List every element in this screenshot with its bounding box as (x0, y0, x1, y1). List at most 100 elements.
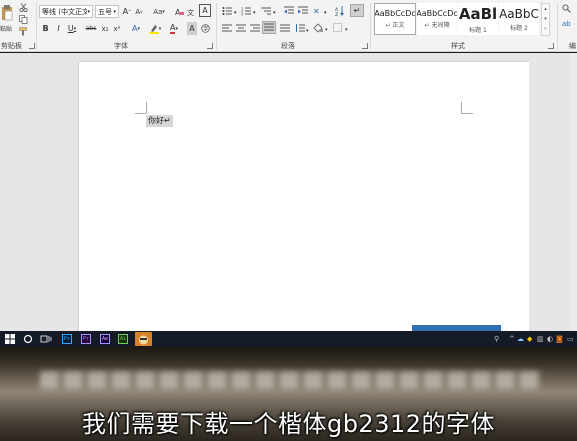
char-shading-button[interactable]: A (187, 22, 197, 35)
photoshop-app-icon[interactable]: Ps (62, 334, 72, 344)
tray-person-icon[interactable]: ⚲ (494, 335, 499, 343)
copy-icon[interactable] (19, 15, 28, 24)
font-color-button[interactable]: A ▾ (166, 22, 182, 35)
italic-button[interactable]: I (54, 22, 63, 35)
style-name: 标题 1 (469, 26, 487, 34)
replace-icon[interactable]: ab (562, 18, 571, 27)
svg-text:✕: ✕ (313, 7, 320, 16)
clipboard-group-label: 剪贴板 (1, 42, 22, 50)
blurred-keyboard (40, 371, 540, 389)
style-preview: AaBbCcDc (374, 9, 416, 18)
svg-text:▾: ▾ (324, 10, 327, 16)
active-app-button[interactable] (135, 332, 152, 346)
svg-text:▾: ▾ (345, 27, 348, 33)
search-icon[interactable] (22, 333, 34, 345)
style-normal[interactable]: AaBbCcDc ↵ 正文 (374, 3, 416, 35)
font-size-select[interactable]: 五号 ▾ (95, 5, 119, 18)
eraser-icon: A (175, 8, 184, 16)
format-painter-icon[interactable] (19, 27, 28, 36)
styles-scrollbar[interactable]: ▴ ▾ ▿ (541, 3, 550, 36)
chevron-down-icon: ▾ (113, 8, 116, 15)
divider (36, 3, 37, 50)
find-icon[interactable] (562, 4, 571, 13)
styles-dialog-launcher[interactable] (548, 43, 554, 49)
font-name-value: 等线 (中文正文 (42, 7, 88, 16)
align-center-icon[interactable] (236, 24, 246, 33)
illustrator-app-icon[interactable]: Ai (118, 334, 128, 344)
char-border-label: A (202, 6, 208, 15)
paragraph-dialog-launcher[interactable] (362, 43, 368, 49)
scrollbar[interactable] (570, 53, 577, 332)
paste-label: 粘贴 (0, 26, 13, 33)
style-no-spacing[interactable]: AaBbCcDc ↵ 无间隔 (417, 3, 457, 35)
subscript-button[interactable]: x₂ (100, 22, 110, 35)
tray-volume-icon[interactable]: ◐ (547, 335, 553, 343)
clipboard-dialog-launcher[interactable] (29, 43, 35, 49)
video-subtitle: 我们需要下载一个楷体gb2312的字体 (81, 410, 496, 438)
grow-font-button[interactable]: A ^ (122, 5, 132, 18)
document-page[interactable]: 你好↵ (79, 62, 529, 342)
clear-format-button[interactable]: A (174, 5, 184, 18)
document-area[interactable]: 你好↵ (0, 53, 577, 342)
underline-button[interactable]: U ▾ (66, 22, 78, 35)
justify-icon (264, 23, 274, 31)
numbering-icon[interactable]: 1 2 3 ▾ (241, 6, 257, 17)
char-border-button[interactable]: A (199, 4, 211, 17)
borders-icon[interactable]: ▾ (333, 23, 351, 33)
premiere-app-icon[interactable]: Pr (81, 334, 91, 344)
font-dialog-launcher[interactable] (207, 43, 213, 49)
strikethrough-label: abc (85, 25, 97, 32)
highlighter-icon (148, 24, 159, 34)
tray-app-icon[interactable]: ◙ (556, 335, 563, 343)
task-view-icon[interactable] (40, 333, 52, 345)
font-name-select[interactable]: 等线 (中文正文 ▾ (39, 5, 93, 18)
style-heading-2[interactable]: AaBbC 标题 2 (499, 3, 539, 35)
taskbar: Ps Pr Ae Ai ⚲ ^ ☁ ◆ ▥ ◐ ◙ ▭ (0, 331, 577, 347)
shrink-font-button[interactable]: Av (134, 5, 144, 18)
svg-text:ab: ab (562, 20, 571, 27)
sort-icon[interactable]: AZ (335, 6, 345, 16)
crop-mark-top-right (461, 102, 473, 114)
style-heading-1[interactable]: AaBl 标题 1 (458, 3, 498, 35)
phonetic-icon: 文 (187, 8, 194, 16)
justify-button[interactable] (262, 21, 276, 34)
after-effects-app-icon[interactable]: Ae (100, 334, 110, 344)
svg-text:3: 3 (241, 13, 243, 17)
show-marks-button[interactable]: ↵ (350, 4, 364, 17)
tray-notification-icon[interactable]: ▭ (567, 335, 574, 343)
windows-start-icon[interactable] (4, 333, 16, 345)
tray-cloud-icon[interactable]: ☁ (517, 335, 524, 343)
svg-text:字: 字 (203, 26, 208, 33)
editing-group-label: 编 (569, 42, 576, 50)
align-left-icon[interactable] (222, 24, 232, 33)
font-size-value: 五号 (98, 7, 112, 16)
strikethrough-button[interactable]: abc (84, 22, 98, 35)
bold-button[interactable]: B (41, 22, 50, 35)
tray-chevron-up-icon[interactable]: ^ (509, 335, 515, 343)
cut-icon[interactable] (19, 3, 28, 12)
chinese-layout-icon[interactable]: ✕ ▾ (313, 6, 329, 16)
superscript-button[interactable]: x² (112, 22, 122, 35)
multilevel-list-icon[interactable]: ▾ (261, 6, 277, 16)
align-right-icon[interactable] (250, 24, 260, 33)
tray-network-icon[interactable]: ▥ (537, 335, 544, 343)
paste-button[interactable]: 粘贴 (0, 2, 14, 38)
text-effect-button[interactable]: A ▾ (128, 22, 144, 35)
screen: 粘贴 剪贴板 等线 (中文正文 ▾ 五号 ▾ A ^ Av Aa ▾ A 文 A… (0, 0, 577, 441)
distributed-icon[interactable] (280, 24, 290, 33)
phonetic-guide-button[interactable]: 文 (186, 5, 196, 18)
increase-indent-icon[interactable] (298, 6, 309, 16)
decrease-indent-icon[interactable] (284, 6, 295, 16)
line-spacing-icon[interactable]: ▾ (295, 24, 311, 33)
bullets-icon[interactable]: ▾ (222, 6, 238, 16)
highlight-button[interactable]: ▾ (147, 22, 163, 35)
enclose-char-icon: 字 (200, 24, 210, 33)
font-group-label: 字体 (114, 42, 128, 50)
shading-icon[interactable]: ▾ (313, 23, 331, 33)
italic-label: I (57, 24, 60, 33)
change-case-button[interactable]: Aa ▾ (151, 5, 167, 18)
document-text[interactable]: 你好↵ (146, 115, 173, 127)
crop-mark-top-left (135, 102, 147, 114)
tray-shield-icon[interactable]: ◆ (527, 335, 532, 343)
enclose-char-button[interactable]: 字 (200, 22, 210, 35)
